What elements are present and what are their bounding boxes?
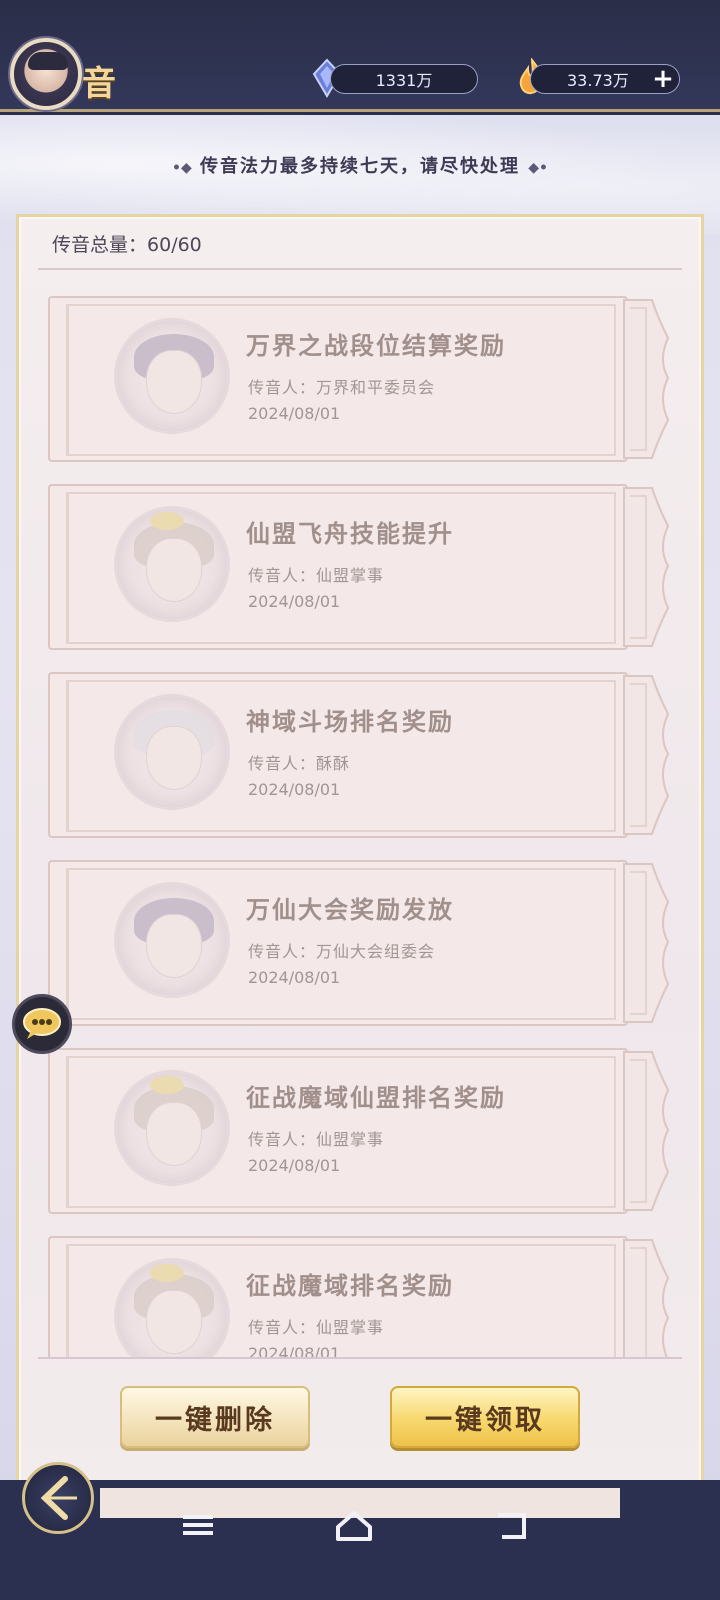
message-sender: 传音人：万界和平委员会 [248, 378, 436, 397]
scroll-end-decor [623, 299, 670, 459]
message-list[interactable]: 万界之战段位结算奖励 传音人：万界和平委员会 2024/08/01 仙盟飞舟技能… [0, 290, 720, 1358]
scroll-end-decor [623, 487, 670, 647]
message-title: 征战魔域仙盟排名奖励 [246, 1083, 506, 1112]
message-card[interactable]: 万仙大会奖励发放 传音人：万仙大会组委会 2024/08/01 [48, 860, 670, 1026]
notice-decor-left: •◆ [172, 160, 192, 176]
delete-all-button[interactable]: 一键删除 [120, 1386, 310, 1448]
divider [38, 268, 682, 270]
scroll-end-decor [623, 675, 670, 835]
sender-portrait [114, 318, 230, 434]
sender-portrait [114, 506, 230, 622]
crystal-resource: 1331万 [330, 64, 478, 94]
menu-icon[interactable] [175, 1505, 225, 1545]
scroll-end-decor [623, 1051, 670, 1211]
message-sender: 传音人：仙盟掌事 [248, 1318, 385, 1337]
message-title: 仙盟飞舟技能提升 [246, 519, 454, 548]
claim-all-button[interactable]: 一键领取 [390, 1386, 580, 1448]
message-title: 征战魔域排名奖励 [246, 1271, 454, 1300]
flame-value: 33.73万 [567, 71, 629, 90]
message-date: 2024/08/01 [248, 1156, 341, 1175]
notice-decor-right: ◆• [528, 160, 548, 176]
message-date: 2024/08/01 [248, 592, 341, 611]
home-icon[interactable] [330, 1505, 380, 1545]
message-count: 传音总量：60/60 [52, 230, 202, 257]
message-title: 万仙大会奖励发放 [246, 895, 454, 924]
message-date: 2024/08/01 [248, 404, 341, 423]
add-resource-button[interactable]: + [648, 64, 678, 94]
sender-portrait [114, 882, 230, 998]
message-card[interactable]: 征战魔域排名奖励 传音人：仙盟掌事 2024/08/01 [48, 1236, 670, 1358]
chat-bubble-button[interactable] [12, 994, 72, 1054]
divider [38, 1357, 682, 1359]
message-card[interactable]: 神域斗场排名奖励 传音人：酥酥 2024/08/01 [48, 672, 670, 838]
back-arrow-icon [40, 1476, 77, 1520]
back-button[interactable] [22, 1462, 94, 1534]
message-title: 万界之战段位结算奖励 [246, 331, 506, 360]
top-bar: 音 1331万 33.73万 + [0, 0, 720, 112]
sender-portrait [114, 1070, 230, 1186]
message-count-value: 60/60 [147, 234, 202, 256]
sender-portrait [114, 694, 230, 810]
message-sender: 传音人：仙盟掌事 [248, 1130, 385, 1149]
scroll-end-decor [623, 863, 670, 1023]
scroll-end-decor [623, 1239, 670, 1358]
message-card[interactable]: 征战魔域仙盟排名奖励 传音人：仙盟掌事 2024/08/01 [48, 1048, 670, 1214]
message-sender: 传音人：仙盟掌事 [248, 566, 385, 585]
system-back-icon[interactable] [490, 1505, 540, 1545]
message-date: 2024/08/01 [248, 1344, 341, 1358]
message-date: 2024/08/01 [248, 780, 341, 799]
message-title: 神域斗场排名奖励 [246, 707, 454, 736]
notice-text: 传音法力最多持续七天，请尽快处理 [200, 156, 520, 177]
page-title: 音 [82, 64, 116, 104]
player-avatar[interactable] [10, 38, 82, 110]
message-date: 2024/08/01 [248, 968, 341, 987]
expiry-notice: •◆ 传音法力最多持续七天，请尽快处理 ◆• [0, 152, 720, 178]
message-card[interactable]: 万界之战段位结算奖励 传音人：万界和平委员会 2024/08/01 [48, 296, 670, 462]
chat-bubble-icon [23, 1008, 61, 1039]
message-count-label: 传音总量： [52, 234, 148, 256]
message-sender: 传音人：酥酥 [248, 754, 351, 773]
message-card[interactable]: 仙盟飞舟技能提升 传音人：仙盟掌事 2024/08/01 [48, 484, 670, 650]
message-sender: 传音人：万仙大会组委会 [248, 942, 436, 961]
crystal-value: 1331万 [375, 71, 433, 90]
